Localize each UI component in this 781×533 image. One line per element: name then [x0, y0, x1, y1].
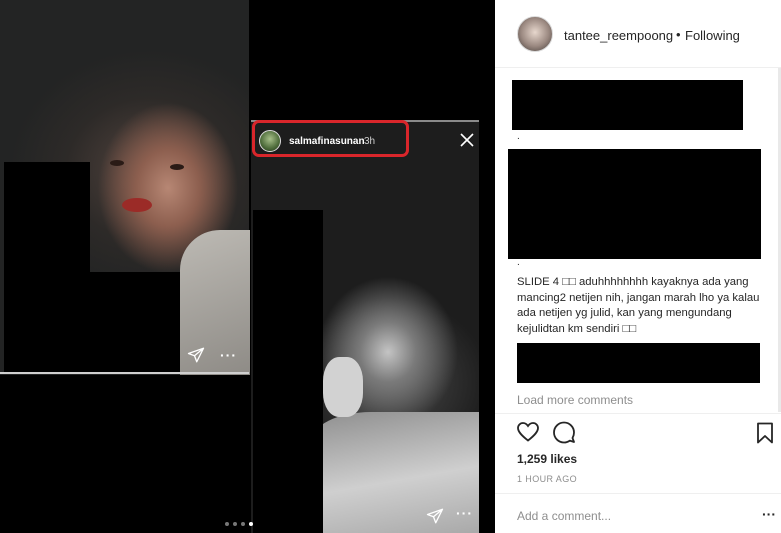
comment-fragment: . — [517, 131, 520, 142]
frame-divider — [0, 372, 249, 374]
more-options-icon[interactable]: ··· — [762, 506, 776, 522]
carousel-dot[interactable] — [225, 522, 229, 526]
post-header: tantee_reempoong • Following — [495, 0, 781, 68]
comment-fragment: . — [517, 257, 520, 268]
post-username[interactable]: tantee_reempoong — [564, 28, 673, 43]
post-panel: tantee_reempoong • Following . . SLIDE 4… — [495, 0, 781, 533]
likes-count[interactable]: 1,259 likes — [517, 452, 577, 466]
story-photo-detail — [170, 164, 184, 170]
carousel-indicator — [225, 522, 253, 526]
divider — [495, 493, 781, 494]
avatar[interactable] — [517, 16, 553, 52]
action-bar — [495, 414, 781, 454]
comments-list: . . SLIDE 4 □□ aduhhhhhhhh kayaknya ada … — [495, 69, 781, 414]
comment-bubble-icon[interactable] — [552, 420, 576, 444]
post-timestamp: 1 HOUR AGO — [517, 474, 578, 484]
separator-dot: • — [676, 27, 681, 42]
add-comment-input[interactable]: Add a comment... — [517, 509, 611, 523]
more-dots-icon[interactable]: ··· — [456, 506, 473, 520]
close-icon[interactable] — [460, 133, 474, 147]
redaction-block — [4, 162, 90, 372]
redaction-block — [512, 80, 743, 130]
send-plane-icon[interactable] — [425, 507, 445, 525]
story-photo-detail — [311, 412, 479, 533]
carousel-dot[interactable] — [241, 522, 245, 526]
story-frame-right — [251, 120, 479, 533]
story-photo-detail — [323, 357, 363, 417]
carousel-dot-active[interactable] — [249, 522, 253, 526]
more-dots-icon[interactable]: ··· — [220, 348, 237, 362]
carousel-dot[interactable] — [233, 522, 237, 526]
load-more-comments-link[interactable]: Load more comments — [517, 393, 633, 407]
comment-text: SLIDE 4 □□ aduhhhhhhhh kayaknya ada yang… — [517, 276, 760, 336]
media-area: ··· salmafinasunan 3h ··· — [0, 0, 495, 533]
redaction-block — [89, 272, 180, 372]
highlight-box — [252, 120, 409, 157]
story-photo-detail — [110, 160, 124, 166]
story-frame-left: ··· — [0, 0, 250, 375]
follow-status[interactable]: Following — [685, 28, 740, 43]
bookmark-icon[interactable] — [753, 421, 777, 445]
redaction-block — [517, 343, 760, 383]
redaction-block — [508, 149, 761, 259]
story-photo-detail — [122, 198, 152, 212]
redaction-block — [253, 210, 323, 533]
heart-icon[interactable] — [516, 420, 540, 444]
send-plane-icon[interactable] — [186, 346, 206, 364]
